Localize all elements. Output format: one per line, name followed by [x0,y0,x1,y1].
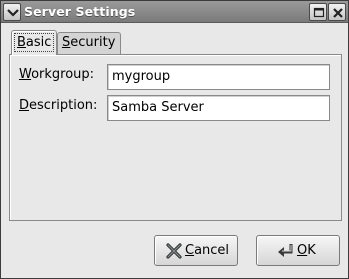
cancel-x-icon [166,243,182,259]
tab-basic[interactable]: Basic [11,30,57,55]
window-menu-button[interactable] [3,3,21,21]
close-icon [333,8,343,18]
ok-button[interactable]: OK [256,235,340,266]
cancel-button[interactable]: Cancel [154,235,238,266]
title-bar[interactable]: Server Settings [1,1,348,23]
tab-basic-label: Basic [13,33,55,52]
maximize-icon [313,7,325,18]
description-label: Description: [19,98,98,113]
maximize-button[interactable] [309,3,327,21]
workgroup-field[interactable]: mygroup [107,64,330,90]
tab-security-label: Security [62,35,116,50]
server-settings-dialog: Server Settings Security Basic Workgroup… [0,0,349,279]
cancel-button-label: Cancel [185,243,230,258]
workgroup-label: Workgroup: [19,67,95,82]
description-field[interactable]: Samba Server [107,95,330,121]
window-title: Server Settings [24,4,136,19]
tab-security[interactable]: Security [57,32,121,54]
chevron-down-icon [7,9,19,17]
close-button[interactable] [328,3,346,21]
ok-arrow-icon [278,244,293,257]
ok-button-label: OK [297,243,316,258]
